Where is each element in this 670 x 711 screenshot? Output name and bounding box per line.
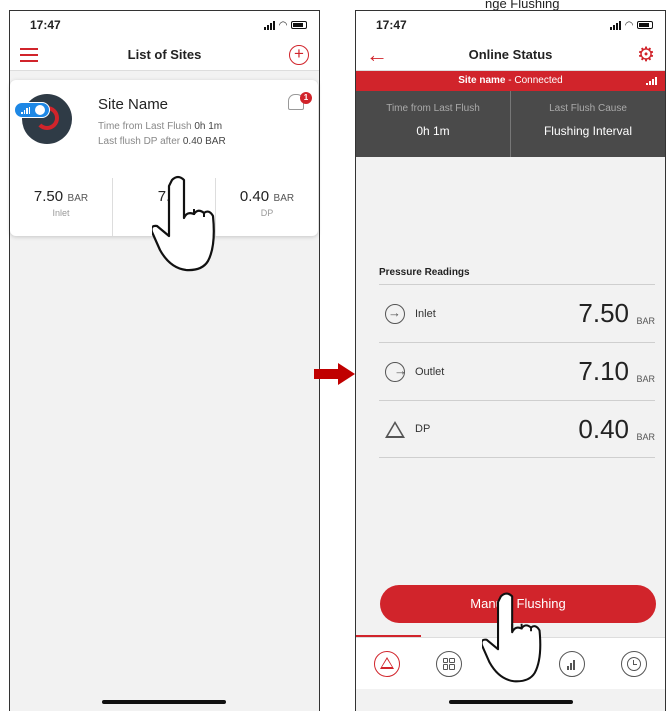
home-indicator [102, 700, 226, 704]
plug-icon [35, 105, 45, 115]
signal-icon [646, 77, 657, 85]
pressure-readings: Pressure Readings Inlet 7.50 BAR Outlet … [356, 267, 665, 458]
flush-dp-label: Last flush DP after [98, 136, 181, 147]
battery-icon [291, 21, 307, 29]
reading-unit: BAR [636, 432, 655, 442]
flush-time-col: Time from Last Flush 0h 1m [356, 91, 510, 157]
flush-dp-value: 0.40 BAR [182, 136, 226, 147]
metric-inlet: 7.50 BAR Inlet [10, 178, 112, 236]
metric-value: 7.50 [33, 188, 64, 205]
nav-bar: ← Online Status ⚙ [356, 39, 665, 71]
home-indicator [448, 700, 573, 704]
readings-title: Pressure Readings [379, 267, 470, 278]
signal-icon [610, 20, 622, 30]
reading-value: 7.50 [578, 298, 629, 328]
notification-badge: 1 [300, 92, 312, 104]
metric-value: 0.40 [239, 188, 270, 205]
metric-unit: BAR [67, 193, 89, 204]
page-title: Online Status [468, 47, 553, 62]
status-time: 17:47 [376, 18, 407, 32]
add-site-icon[interactable]: + [289, 44, 309, 65]
pointing-hand-icon [482, 592, 542, 683]
flush-dp-row: Last flush DP after 0.40 BAR [98, 136, 226, 147]
red-arrow-icon [314, 363, 356, 385]
wifi-icon: ◠ [625, 19, 633, 31]
page-title: List of Sites [127, 47, 202, 62]
flush-time-row: Time from Last Flush 0h 1m [98, 121, 222, 132]
flush-info-value: 0h 1m [416, 124, 450, 138]
status-time: 17:47 [30, 18, 61, 32]
flush-cause-col: Last Flush Cause Flushing Interval [510, 91, 665, 157]
reading-unit: BAR [636, 374, 655, 384]
status-tab-icon[interactable] [373, 650, 400, 677]
reading-value: 7.10 [578, 356, 629, 386]
menu-icon[interactable] [20, 47, 38, 62]
dashboard-tab-icon[interactable] [435, 650, 462, 677]
metric-unit: BAR [273, 193, 295, 204]
connection-status-icon [14, 102, 50, 118]
history-tab-icon[interactable] [621, 650, 648, 677]
signal-icon [264, 20, 276, 30]
flush-info-panel: Time from Last Flush 0h 1m Last Flush Ca… [356, 91, 665, 157]
reading-inlet: Inlet 7.50 BAR [379, 284, 655, 342]
site-name: Site Name [98, 96, 169, 113]
reading-value: 0.40 [578, 413, 629, 444]
banner-status: - Connected [505, 75, 563, 86]
reading-label: Outlet [415, 365, 445, 378]
flush-info-label: Time from Last Flush [386, 103, 480, 114]
statistics-tab-icon[interactable] [559, 650, 586, 677]
reading-label: Inlet [415, 307, 436, 320]
flush-time-value: 0h 1m [194, 121, 223, 132]
status-bar: 17:47 ◠ [356, 11, 665, 39]
flush-time-label: Time from Last Flush [98, 121, 192, 132]
wifi-icon: ◠ [279, 19, 287, 31]
reading-dp: DP 0.40 BAR [379, 400, 655, 458]
connection-banner: Site name - Connected [356, 71, 665, 91]
reading-label: DP [415, 423, 431, 435]
back-arrow-icon[interactable]: ← [366, 43, 388, 65]
settings-gear-icon[interactable]: ⚙ [637, 42, 655, 67]
delta-icon [385, 420, 405, 438]
outlet-arrow-icon [385, 361, 407, 382]
banner-site-name: Site name [458, 75, 506, 86]
inlet-arrow-icon [385, 303, 405, 324]
flush-info-label: Last Flush Cause [549, 103, 627, 114]
metric-label: DP [260, 208, 274, 218]
reading-outlet: Outlet 7.10 BAR [379, 342, 655, 400]
nav-bar: List of Sites + [10, 39, 319, 71]
metric-label: Inlet [52, 208, 70, 218]
pointing-hand-icon [152, 175, 215, 272]
battery-icon [637, 21, 653, 29]
status-bar: 17:47 ◠ [10, 11, 319, 39]
reading-unit: BAR [636, 316, 655, 326]
metric-dp: 0.40 BAR DP [215, 178, 318, 236]
flush-info-value: Flushing Interval [543, 124, 633, 138]
